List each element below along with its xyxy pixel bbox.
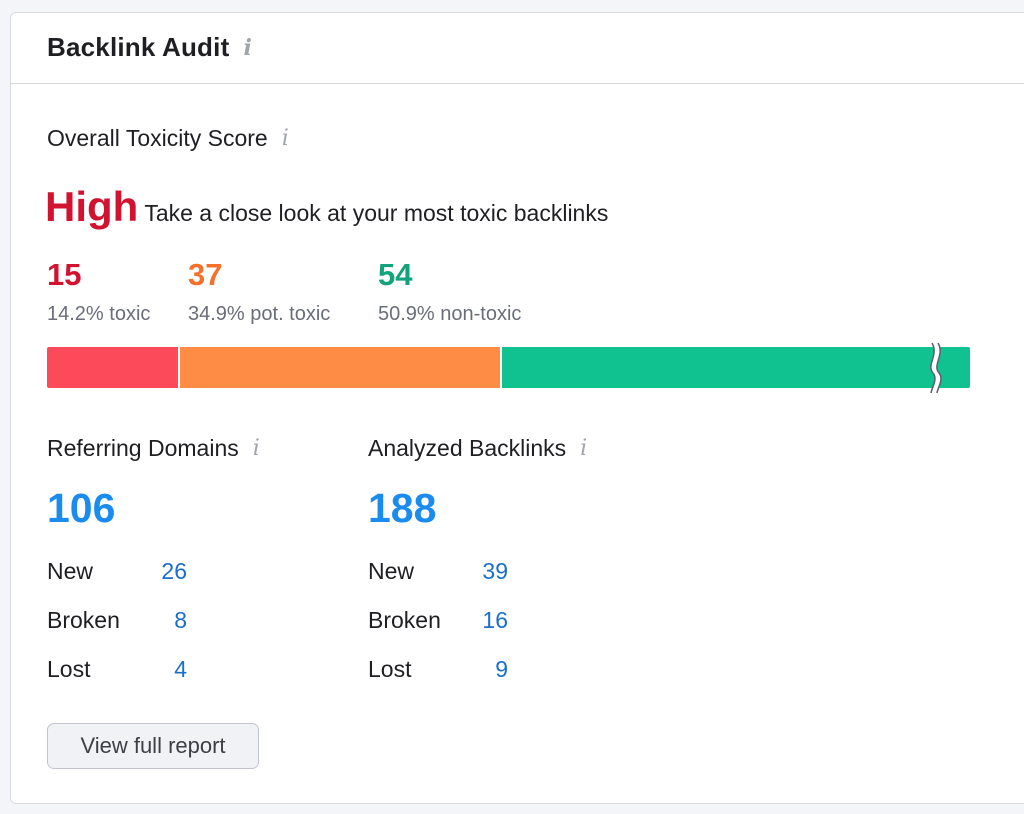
axis-break-icon (930, 343, 942, 393)
bar-segment-non-toxic (500, 347, 970, 388)
referring-domains-new-value[interactable]: 26 (157, 558, 187, 585)
row-label: Lost (368, 656, 412, 682)
row-label: Lost (47, 656, 91, 682)
toxicity-headline: High Take a close look at your most toxic… (45, 183, 608, 231)
toxic-count: 15 (47, 257, 82, 292)
info-icon[interactable]: i (580, 436, 587, 461)
analyzed-backlinks-section: Analyzed Backlinks i 188 New 39 Broken 16… (368, 435, 587, 705)
analyzed-backlinks-broken-row: Broken 16 (368, 607, 587, 656)
view-full-report-button[interactable]: View full report (47, 723, 259, 769)
analyzed-backlinks-label-text: Analyzed Backlinks (368, 435, 567, 461)
referring-domains-label-text: Referring Domains (47, 435, 239, 461)
widget-title: Backlink Audit i (47, 32, 252, 63)
toxicity-score-label: Overall Toxicity Score i (47, 125, 289, 152)
row-label: Broken (47, 607, 120, 633)
info-icon[interactable]: i (282, 126, 289, 151)
pot-toxic-percent: 34.9% pot. toxic (188, 303, 331, 325)
toxicity-level: High (45, 183, 139, 230)
non-toxic-count: 54 (378, 257, 413, 292)
analyzed-backlinks-new-value[interactable]: 39 (478, 558, 508, 585)
pot-toxic-stat: 37 34.9% pot. toxic (188, 257, 330, 326)
referring-domains-broken-row: Broken 8 (47, 607, 260, 656)
bar-segment-pot-toxic (177, 347, 501, 388)
toxic-stat: 15 14.2% toxic (47, 257, 150, 326)
toxicity-description: Take a close look at your most toxic bac… (144, 200, 609, 226)
info-icon[interactable]: i (243, 35, 252, 61)
analyzed-backlinks-lost-value[interactable]: 9 (478, 656, 508, 683)
analyzed-backlinks-broken-value[interactable]: 16 (478, 607, 508, 634)
referring-domains-label: Referring Domains i (47, 435, 260, 462)
non-toxic-percent: 50.9% non-toxic (378, 303, 522, 325)
referring-domains-lost-row: Lost 4 (47, 656, 260, 705)
toxic-percent: 14.2% toxic (47, 303, 151, 325)
referring-domains-total[interactable]: 106 (47, 484, 260, 532)
analyzed-backlinks-lost-row: Lost 9 (368, 656, 587, 705)
row-label: New (47, 558, 94, 584)
bar-segment-toxic (47, 347, 178, 388)
referring-domains-lost-value[interactable]: 4 (157, 656, 187, 683)
analyzed-backlinks-total[interactable]: 188 (368, 484, 587, 532)
analyzed-backlinks-label: Analyzed Backlinks i (368, 435, 587, 462)
referring-domains-new-row: New 26 (47, 558, 260, 607)
referring-domains-broken-value[interactable]: 8 (157, 607, 187, 634)
referring-domains-section: Referring Domains i 106 New 26 Broken 8 L… (47, 435, 260, 705)
widget-header: Backlink Audit i (11, 13, 1024, 84)
info-icon[interactable]: i (253, 436, 260, 461)
toxicity-score-label-text: Overall Toxicity Score (47, 125, 268, 151)
analyzed-backlinks-new-row: New 39 (368, 558, 587, 607)
pot-toxic-count: 37 (188, 257, 223, 292)
toxicity-distribution-bar (47, 343, 970, 393)
row-label: Broken (368, 607, 441, 633)
row-label: New (368, 558, 415, 584)
backlink-audit-widget: Backlink Audit i Overall Toxicity Score i … (10, 12, 1024, 804)
non-toxic-stat: 54 50.9% non-toxic (378, 257, 521, 326)
widget-title-text: Backlink Audit (47, 32, 230, 62)
